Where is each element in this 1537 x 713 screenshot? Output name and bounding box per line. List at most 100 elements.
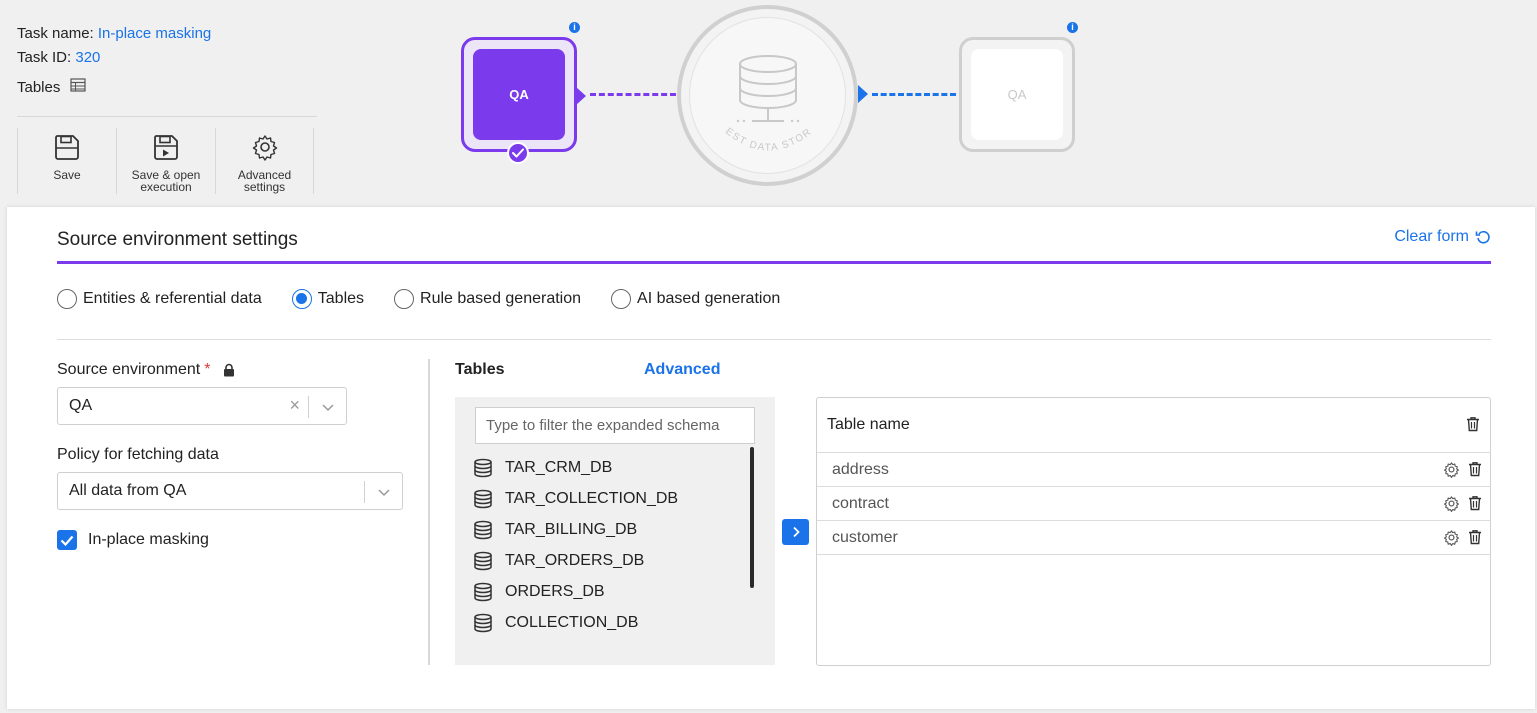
radio-entities[interactable]: Entities & referential data — [57, 289, 262, 309]
table-row-name: address — [832, 460, 889, 478]
schema-filter-input[interactable] — [475, 407, 755, 444]
tables-header: Tables — [455, 361, 505, 378]
checkmark-icon — [507, 142, 529, 164]
schema-scrollbar[interactable] — [750, 447, 754, 588]
schema-item[interactable]: TAR_CRM_DB — [473, 452, 678, 483]
source-environment-label: Source environment * — [57, 361, 236, 379]
section-divider — [57, 339, 1491, 340]
trash-icon[interactable] — [1468, 529, 1482, 546]
header-divider — [17, 116, 317, 117]
source-environment-value: QA — [69, 397, 93, 414]
schema-item[interactable]: TAR_ORDERS_DB — [473, 545, 678, 576]
table-row: contract — [817, 487, 1490, 521]
chevron-down-icon[interactable] — [376, 484, 392, 500]
target-environment-node[interactable]: QA — [959, 37, 1075, 152]
task-info: Task name: In-place masking Task ID: 320 — [17, 22, 211, 70]
schema-item-label: TAR_COLLECTION_DB — [505, 489, 679, 507]
toolbar: Save Save & open execution Advanced sett… — [17, 128, 314, 194]
panel-title: Source environment settings — [57, 229, 298, 250]
radio-rule-circle[interactable] — [394, 289, 415, 309]
save-open-label-2: execution — [140, 180, 192, 194]
table-row-name: contract — [832, 494, 889, 512]
advanced-link[interactable]: Advanced — [644, 361, 720, 379]
schema-item-label: TAR_ORDERS_DB — [505, 551, 645, 569]
gear-icon[interactable] — [1443, 461, 1460, 478]
chevron-down-icon[interactable] — [320, 399, 336, 415]
clear-form-button[interactable]: Clear form — [1394, 228, 1491, 246]
store-connector-arrow — [858, 85, 868, 103]
column-divider — [428, 359, 430, 665]
schema-item-label: ORDERS_DB — [505, 582, 605, 600]
schema-list: TAR_CRM_DB TAR_COLLECTION_DB TAR_BILLING_D… — [473, 452, 678, 638]
clear-selection-icon[interactable]: × — [289, 395, 300, 416]
database-icon — [474, 613, 492, 632]
radio-rule-based[interactable]: Rule based generation — [394, 289, 581, 309]
radio-ai-based[interactable]: AI based generation — [611, 289, 780, 309]
schema-item[interactable]: TAR_BILLING_DB — [473, 514, 678, 545]
schema-item-label: TAR_CRM_DB — [505, 458, 613, 476]
source-node-label: QA — [473, 49, 565, 140]
schema-item[interactable]: ORDERS_DB — [473, 576, 678, 607]
checkbox-checked-icon[interactable] — [57, 530, 77, 550]
radio-entities-circle[interactable] — [57, 289, 77, 309]
save-button[interactable]: Save — [17, 128, 116, 194]
inplace-masking-checkbox[interactable]: In-place masking — [57, 530, 209, 550]
required-marker: * — [204, 361, 211, 378]
task-id-value[interactable]: 320 — [75, 49, 100, 66]
policy-value: All data from QA — [69, 482, 187, 499]
radio-tables-circle[interactable] — [291, 289, 312, 309]
schema-item-label: TAR_BILLING_DB — [505, 520, 638, 538]
task-name-value[interactable]: In-place masking — [98, 25, 211, 42]
chevron-right-icon — [792, 526, 800, 538]
table-name-header: Table name — [827, 416, 910, 433]
radio-ai-circle[interactable] — [611, 289, 632, 309]
title-underline — [57, 261, 1491, 264]
table-rows: address contract customer — [817, 453, 1490, 555]
gear-icon — [252, 135, 277, 161]
source-environment-settings-panel: Source environment settings Clear form E… — [7, 207, 1535, 709]
database-icon — [474, 520, 492, 539]
schema-browser: TAR_CRM_DB TAR_COLLECTION_DB TAR_BILLING_D… — [455, 397, 775, 665]
policy-label: Policy for fetching data — [57, 446, 219, 463]
task-name-label: Task name: — [17, 25, 94, 42]
radio-tables-label: Tables — [317, 290, 365, 307]
database-icon — [474, 551, 492, 570]
table-grid-icon[interactable] — [70, 78, 86, 96]
inplace-masking-label: In-place masking — [88, 531, 209, 548]
source-environment-select[interactable]: QA × — [57, 387, 347, 425]
source-type-radio-group: Entities & referential data Tables Rule … — [57, 289, 780, 309]
radio-rule-label: Rule based generation — [420, 290, 582, 307]
tables-summary: Tables — [17, 78, 86, 96]
test-data-store-node[interactable]: TEST DATA STORE — [677, 5, 858, 186]
table-header: Table name — [817, 398, 1490, 453]
trash-icon[interactable] — [1468, 461, 1482, 478]
save-open-execution-button[interactable]: Save & open execution — [116, 128, 215, 194]
target-info-icon[interactable]: i — [1067, 22, 1078, 33]
delete-all-icon[interactable] — [1466, 416, 1480, 437]
policy-select[interactable]: All data from QA — [57, 472, 403, 510]
radio-tables[interactable]: Tables — [291, 289, 365, 309]
reset-icon — [1475, 230, 1490, 244]
schema-item[interactable]: COLLECTION_DB — [473, 607, 678, 638]
advanced-label-2: settings — [243, 180, 286, 194]
gear-icon[interactable] — [1443, 495, 1460, 512]
add-to-selected-button[interactable] — [782, 519, 809, 545]
source-link-line — [590, 93, 676, 96]
floppy-disk-icon — [55, 135, 79, 160]
source-environment-node[interactable]: QA — [461, 37, 586, 152]
schema-item-label: COLLECTION_DB — [505, 613, 639, 631]
radio-ai-label: AI based generation — [637, 290, 781, 307]
save-label: Save — [53, 168, 81, 182]
advanced-settings-button[interactable]: Advanced settings — [215, 128, 314, 194]
database-icon — [474, 489, 492, 508]
source-info-icon[interactable]: i — [569, 22, 580, 33]
database-icon — [474, 582, 492, 601]
table-row: customer — [817, 521, 1490, 555]
gear-icon[interactable] — [1443, 529, 1460, 546]
schema-item[interactable]: TAR_COLLECTION_DB — [473, 483, 678, 514]
clear-form-label: Clear form — [1394, 228, 1469, 245]
selected-tables-table: Table name address contract customer — [816, 397, 1491, 666]
trash-icon[interactable] — [1468, 495, 1482, 512]
database-icon: TEST DATA STORE — [690, 18, 813, 154]
tables-summary-label: Tables — [17, 78, 61, 96]
